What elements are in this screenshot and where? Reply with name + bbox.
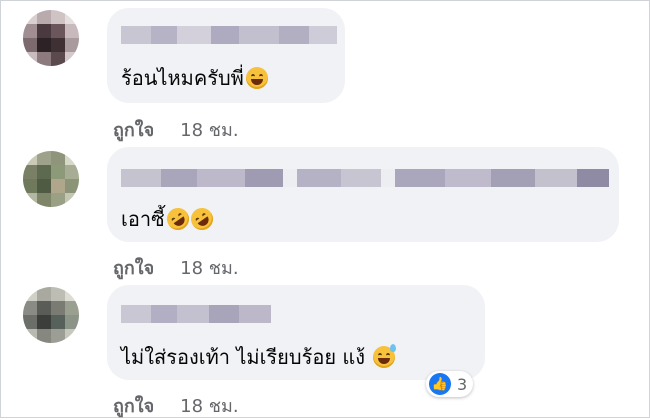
comment-text: ไม่ใส่รองเท้า ไม่เรียบร้อย แง้ [121, 341, 397, 373]
timestamp[interactable]: 18 ชม. [180, 258, 238, 279]
comment-actions: ถูกใจ 18 ชม. [113, 115, 239, 144]
grinning-squinting-face-icon [245, 67, 268, 89]
like-button[interactable]: ถูกใจ [113, 258, 154, 279]
comment-bubble: ไม่ใส่รองเท้า ไม่เรียบร้อย แง้ [107, 285, 485, 380]
avatar[interactable] [23, 10, 79, 66]
rolling-laughing-face-icon [186, 203, 217, 235]
like-button[interactable]: ถูกใจ [113, 120, 154, 141]
comment-thread: ร้อนไหมครับพี่ ถูกใจ 18 ชม. เอาซี้ ถูกใจ… [0, 0, 650, 418]
avatar[interactable] [23, 151, 79, 207]
reaction-count: 3 [457, 374, 468, 394]
comment-text: เอาซี้ [121, 203, 217, 235]
timestamp[interactable]: 18 ชม. [180, 120, 238, 141]
commenter-name-blurred[interactable] [121, 26, 337, 44]
commenter-name-blurred[interactable] [121, 305, 271, 323]
comment-bubble: ร้อนไหมครับพี่ [107, 8, 345, 103]
avatar[interactable] [23, 287, 79, 343]
comment-actions: ถูกใจ 18 ชม. [113, 253, 239, 282]
like-icon: 👍 [429, 373, 451, 395]
comment-text: ร้อนไหมครับพี่ [121, 62, 268, 94]
grinning-sweat-face-icon [373, 344, 397, 368]
comment-bubble: เอาซี้ [107, 147, 619, 242]
reaction-summary[interactable]: 👍 3 [426, 371, 474, 397]
commenter-name-blurred[interactable] [121, 169, 609, 187]
comment-actions: ถูกใจ 18 ชม. [113, 391, 239, 420]
like-button[interactable]: ถูกใจ [113, 396, 154, 417]
timestamp[interactable]: 18 ชม. [180, 396, 238, 417]
rolling-laughing-face-icon [162, 203, 193, 235]
